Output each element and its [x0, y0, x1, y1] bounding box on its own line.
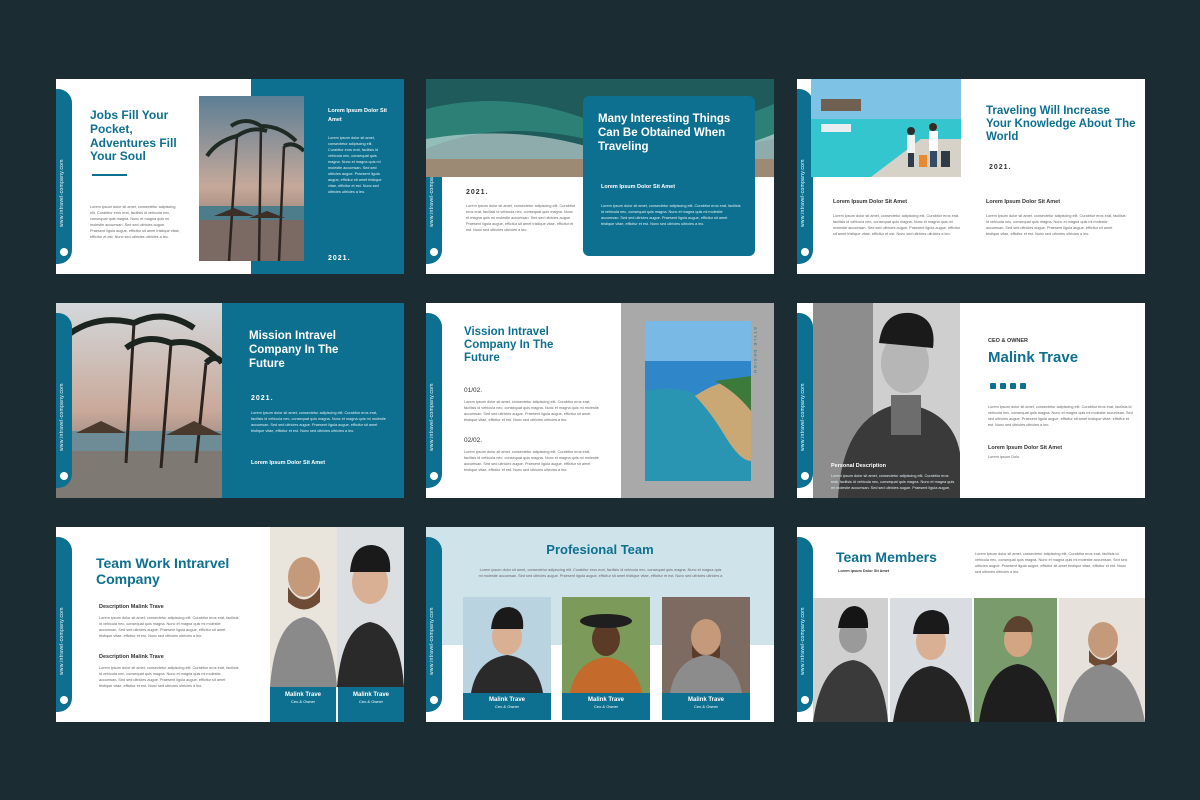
- slide-3[interactable]: www.intravel-company.com Traveling Will …: [797, 79, 1145, 274]
- section-heading: Lorem Ipsum Dolor Sit Amet: [601, 184, 676, 190]
- slide-4[interactable]: www.intravel-company.com Mission Intrave…: [56, 303, 404, 498]
- team-members-photo-strip: [813, 598, 1145, 722]
- year: 2021.: [328, 255, 351, 262]
- slide-title: Team Work Intrarvel Company: [96, 555, 230, 588]
- instagram-icon[interactable]: [990, 383, 996, 389]
- person-name: Malink Trave: [988, 349, 1079, 366]
- section-heading: Description Malink Trave: [99, 654, 164, 660]
- body-text: Lorem ipsum dolor sit amet, consectetur …: [831, 474, 955, 490]
- photo-caption: Personal Description: [831, 463, 887, 469]
- slide-title: Vission Intravel Company In The Future: [464, 326, 554, 365]
- side-tab: www.intravel-company.com: [797, 313, 813, 488]
- coast-aerial-photo: [645, 321, 751, 481]
- slide-2[interactable]: www.intravel-company.com 2021. Lorem ips…: [426, 79, 774, 274]
- slide-title: Profesional Team: [546, 542, 654, 557]
- body-text: Lorem ipsum dolor sit amet, consectetur …: [988, 405, 1133, 427]
- body-text: Lorem ipsum dolor sit amet, consectetur …: [478, 568, 723, 578]
- section-heading: Lorem Ipsum Dolor Sit Amet: [251, 460, 326, 466]
- twitter-icon[interactable]: [1000, 383, 1006, 389]
- slide-5[interactable]: www.intravel-company.com Vission Intrave…: [426, 303, 774, 498]
- slide-title: Many Interesting Things Can Be Obtained …: [598, 113, 731, 153]
- slide-7[interactable]: www.intravel-company.com Team Work Intra…: [56, 527, 404, 722]
- body-text: Lorem ipsum dolor sit amet, consectetur …: [328, 136, 382, 194]
- side-tab: www.intravel-company.com: [56, 89, 72, 264]
- year: 2021.: [466, 189, 489, 196]
- team-member-photo: [463, 597, 551, 693]
- social-icons: [990, 376, 1030, 394]
- team-member-photo: [562, 597, 650, 693]
- year: 2021.: [989, 164, 1012, 171]
- pinterest-icon[interactable]: [1020, 383, 1026, 389]
- side-label: STYLE DESIGN: [753, 327, 758, 375]
- slide-title: Traveling Will Increase Your Knowledge A…: [986, 105, 1136, 144]
- body-text: Lorem ipsum dolor sit amet, consectetur …: [464, 450, 599, 472]
- section-heading: Lorem Ipsum Dolor Sit Amet: [988, 445, 1063, 451]
- divider: [92, 174, 127, 176]
- team-member-photo: [662, 597, 750, 693]
- body-text: Lorem ipsum dolor sit amet, consectetur …: [90, 205, 180, 239]
- member-card: Malink Trave Ceo & Owner: [562, 693, 650, 720]
- slide-1[interactable]: www.intravel-company.com Jobs Fill Your …: [56, 79, 404, 274]
- sub-text: Lorem Ipsum Dolor Sit Amet: [838, 569, 890, 573]
- body-text: Lorem ipsum dolor sit amet, consectetur …: [466, 204, 576, 232]
- section-heading: Lorem Ipsum Dolor Sit Amet: [833, 199, 908, 205]
- member-card: Malink Trave Ceo & Owner: [338, 687, 404, 722]
- section-number: 01/02.: [464, 387, 483, 394]
- side-tab: www.intravel-company.com: [426, 537, 442, 712]
- slide-title: Jobs Fill Your Pocket, Adventures Fill Y…: [90, 108, 177, 164]
- slide-title: Team Members: [836, 549, 937, 565]
- sub-text: Lorem Ipsum Dolo: [988, 455, 1020, 459]
- body-text: Lorem ipsum dolor sit amet, consectetur …: [99, 616, 239, 638]
- side-tab: www.intravel-company.com: [56, 537, 72, 712]
- body-text: Lorem ipsum dolor sit amet, consectetur …: [464, 400, 599, 422]
- section-heading: Lorem Ipsum Dolor Sit Amet: [328, 108, 387, 123]
- body-text: Lorem ipsum dolor sit amet, consectetur …: [986, 214, 1126, 236]
- role-label: CEO & OWNER: [988, 338, 1029, 344]
- body-text: Lorem ipsum dolor sit amet, consectetur …: [975, 552, 1127, 574]
- man-portrait-photo: [270, 527, 404, 687]
- member-card: Malink Trave Ceo & Owner: [270, 687, 336, 722]
- palm-beach-photo: [56, 303, 222, 498]
- section-number: 02/02.: [464, 437, 483, 444]
- side-tab: www.intravel-company.com: [56, 313, 72, 488]
- palm-beach-photo: [199, 96, 304, 261]
- side-tab: www.intravel-company.com: [426, 313, 442, 488]
- member-card: Malink Trave Ceo & Owner: [662, 693, 750, 720]
- year: 2021.: [251, 395, 274, 402]
- section-heading: Lorem Ipsum Dolor Sit Amet: [986, 199, 1061, 205]
- slide-9[interactable]: www.intravel-company.com Team Members Lo…: [797, 527, 1145, 722]
- section-heading: Description Malink Trave: [99, 604, 164, 610]
- slide-title: Mission Intravel Company In The Future: [249, 330, 339, 370]
- side-tab: www.intravel-company.com: [797, 537, 813, 712]
- body-text: Lorem ipsum dolor sit amet, consectetur …: [251, 411, 386, 433]
- facebook-icon[interactable]: [1010, 383, 1016, 389]
- body-text: Lorem ipsum dolor sit amet, consectetur …: [601, 204, 741, 226]
- body-text: Lorem ipsum dolor sit amet, consectetur …: [99, 666, 239, 688]
- slide-8[interactable]: www.intravel-company.com Profesional Tea…: [426, 527, 774, 722]
- resort-pier-photo: [811, 79, 961, 177]
- member-card: Malink Trave Ceo & Owner: [463, 693, 551, 720]
- slide-6[interactable]: www.intravel-company.com Personal Descri…: [797, 303, 1145, 498]
- body-text: Lorem ipsum dolor sit amet, consectetur …: [833, 214, 961, 236]
